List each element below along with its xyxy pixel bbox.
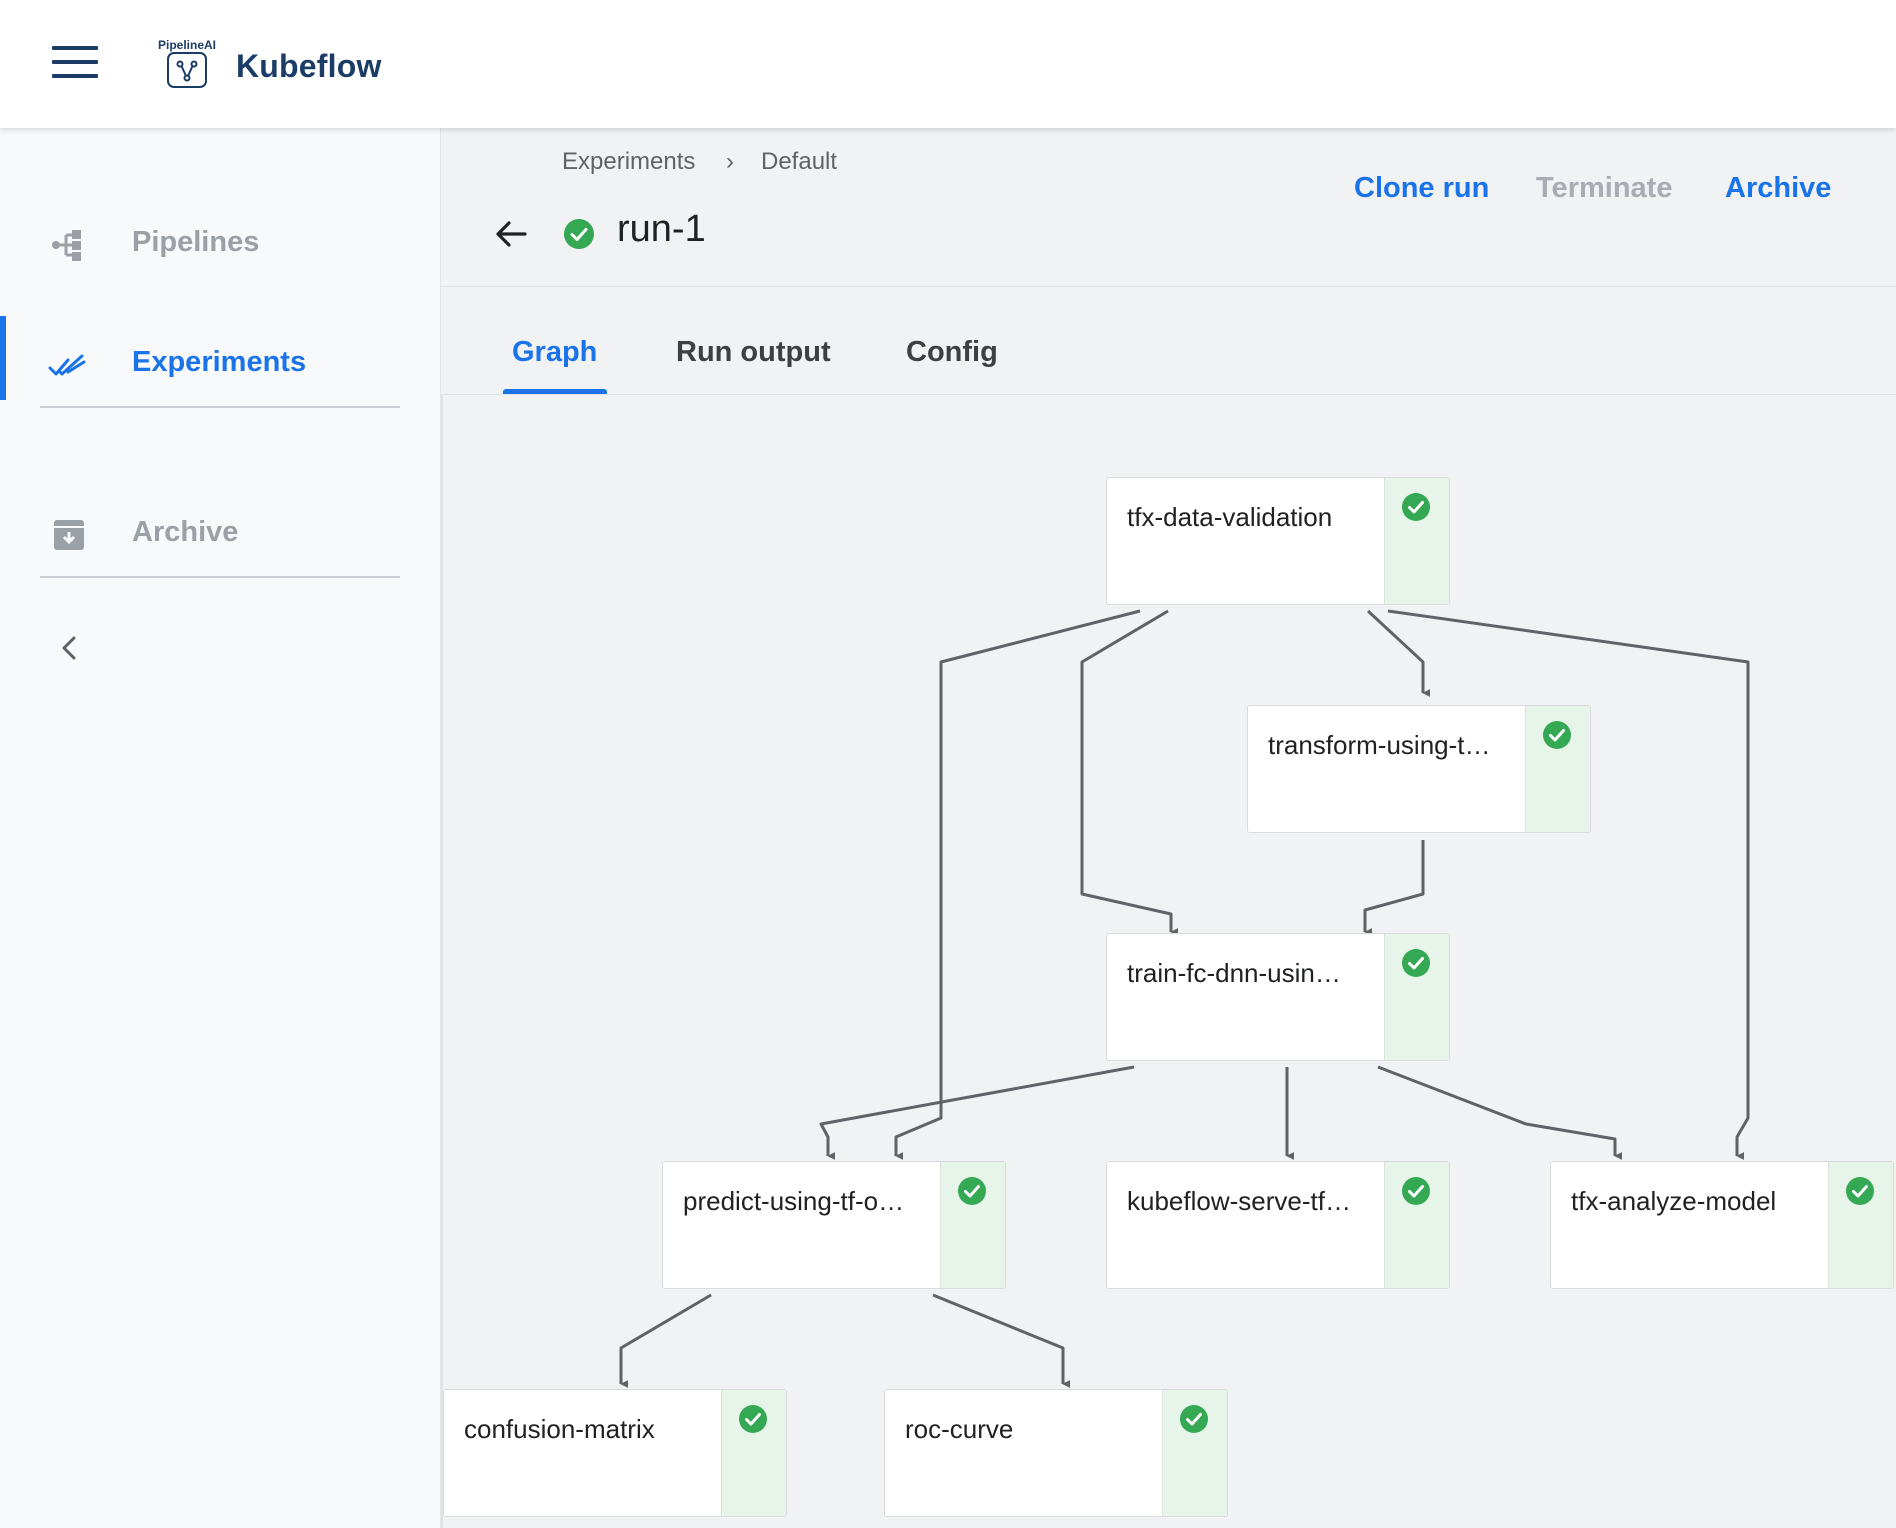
- tab-graph[interactable]: Graph: [512, 336, 597, 369]
- sidebar-divider: [40, 576, 400, 578]
- node-status: [1384, 934, 1449, 1060]
- graph-node-predict[interactable]: predict-using-tf-o…: [662, 1161, 1006, 1289]
- top-app-bar: PipelineAI Kubeflow: [0, 0, 1896, 128]
- check-circle-icon: [1180, 1405, 1208, 1433]
- node-label: predict-using-tf-o…: [683, 1186, 905, 1216]
- tab-run-output[interactable]: Run output: [676, 336, 831, 369]
- logo: PipelineAI: [156, 38, 218, 92]
- graph-edge: [1377, 1065, 1623, 1160]
- pipeline-graph: tfx-data-validation transform-using-t… t…: [441, 395, 1896, 1528]
- graph-node-analyze[interactable]: tfx-analyze-model: [1550, 1161, 1894, 1289]
- graph-edge: [819, 1065, 1135, 1160]
- terminate-button[interactable]: Terminate: [1536, 172, 1672, 205]
- node-label: train-fc-dnn-usin…: [1127, 958, 1341, 988]
- success-status-icon: [564, 219, 594, 249]
- node-status: [1384, 1162, 1449, 1288]
- graph-node-confusion-matrix[interactable]: confusion-matrix: [443, 1389, 787, 1517]
- breadcrumb-experiments[interactable]: Experiments: [562, 148, 695, 176]
- graph-node-tfx-data-validation[interactable]: tfx-data-validation: [1106, 477, 1450, 605]
- page-title: run-1: [617, 208, 706, 250]
- node-status: [1828, 1162, 1893, 1288]
- check-circle-icon: [1402, 1177, 1430, 1205]
- check-circle-icon: [958, 1177, 986, 1205]
- graph-edge: [1363, 840, 1425, 936]
- graph-edge: [619, 1293, 712, 1388]
- sidebar-divider: [40, 406, 400, 408]
- breadcrumb-default[interactable]: Default: [761, 148, 837, 176]
- pipelines-icon: [52, 230, 81, 261]
- check-circle-icon: [1543, 721, 1571, 749]
- graph-edge: [894, 609, 1141, 1160]
- page-header: Experiments › Default run-1 Clone run Te…: [441, 128, 1896, 287]
- graph-edge: [1387, 609, 1750, 1160]
- node-label: kubeflow-serve-tf…: [1127, 1186, 1351, 1216]
- tab-bar: Graph Run output Config: [441, 286, 1896, 395]
- node-label: confusion-matrix: [464, 1414, 655, 1444]
- node-label: roc-curve: [905, 1414, 1014, 1444]
- node-status: [940, 1162, 1005, 1288]
- node-status: [1162, 1390, 1227, 1516]
- sidebar-item-archive[interactable]: Archive: [0, 492, 440, 576]
- sidebar-item-label: Pipelines: [132, 226, 260, 258]
- clone-run-button[interactable]: Clone run: [1354, 172, 1489, 205]
- check-circle-icon: [1402, 493, 1430, 521]
- node-status: [1384, 478, 1449, 604]
- back-arrow-icon[interactable]: [491, 214, 531, 254]
- graph-node-train[interactable]: train-fc-dnn-usin…: [1106, 933, 1450, 1061]
- graph-node-serve[interactable]: kubeflow-serve-tf…: [1106, 1161, 1450, 1289]
- sidebar-item-label: Archive: [132, 516, 239, 548]
- active-tab-indicator: [503, 389, 607, 394]
- node-status: [1525, 706, 1590, 832]
- graph-edge: [1080, 609, 1179, 936]
- graph-node-roc-curve[interactable]: roc-curve: [884, 1389, 1228, 1517]
- graph-edge: [1366, 609, 1431, 697]
- logo-text: PipelineAI: [157, 38, 216, 52]
- sidebar-item-experiments[interactable]: Experiments: [0, 316, 440, 406]
- sidebar-item-label: Experiments: [132, 346, 307, 378]
- node-label: transform-using-t…: [1268, 730, 1491, 760]
- graph-node-transform[interactable]: transform-using-t…: [1247, 705, 1591, 833]
- experiments-icon: [48, 354, 86, 376]
- check-circle-icon: [1846, 1177, 1874, 1205]
- active-indicator: [0, 316, 6, 400]
- graph-edge: [932, 1293, 1071, 1388]
- collapse-sidebar-icon[interactable]: [52, 630, 88, 666]
- breadcrumb-separator: ›: [726, 148, 734, 175]
- archive-button[interactable]: Archive: [1725, 172, 1831, 205]
- node-status: [721, 1390, 786, 1516]
- app-title: Kubeflow: [236, 48, 382, 84]
- menu-icon[interactable]: [52, 46, 98, 82]
- check-circle-icon: [739, 1405, 767, 1433]
- sidebar-item-pipelines[interactable]: Pipelines: [0, 202, 440, 286]
- node-label: tfx-analyze-model: [1571, 1186, 1777, 1216]
- sidebar: Pipelines Experiments Archive: [0, 128, 441, 1528]
- tab-config[interactable]: Config: [906, 336, 998, 369]
- archive-icon: [54, 520, 84, 550]
- check-circle-icon: [1402, 949, 1430, 977]
- node-label: tfx-data-validation: [1127, 502, 1333, 532]
- logo-icon: [167, 52, 207, 88]
- main-content: Experiments › Default run-1 Clone run Te…: [441, 128, 1896, 1528]
